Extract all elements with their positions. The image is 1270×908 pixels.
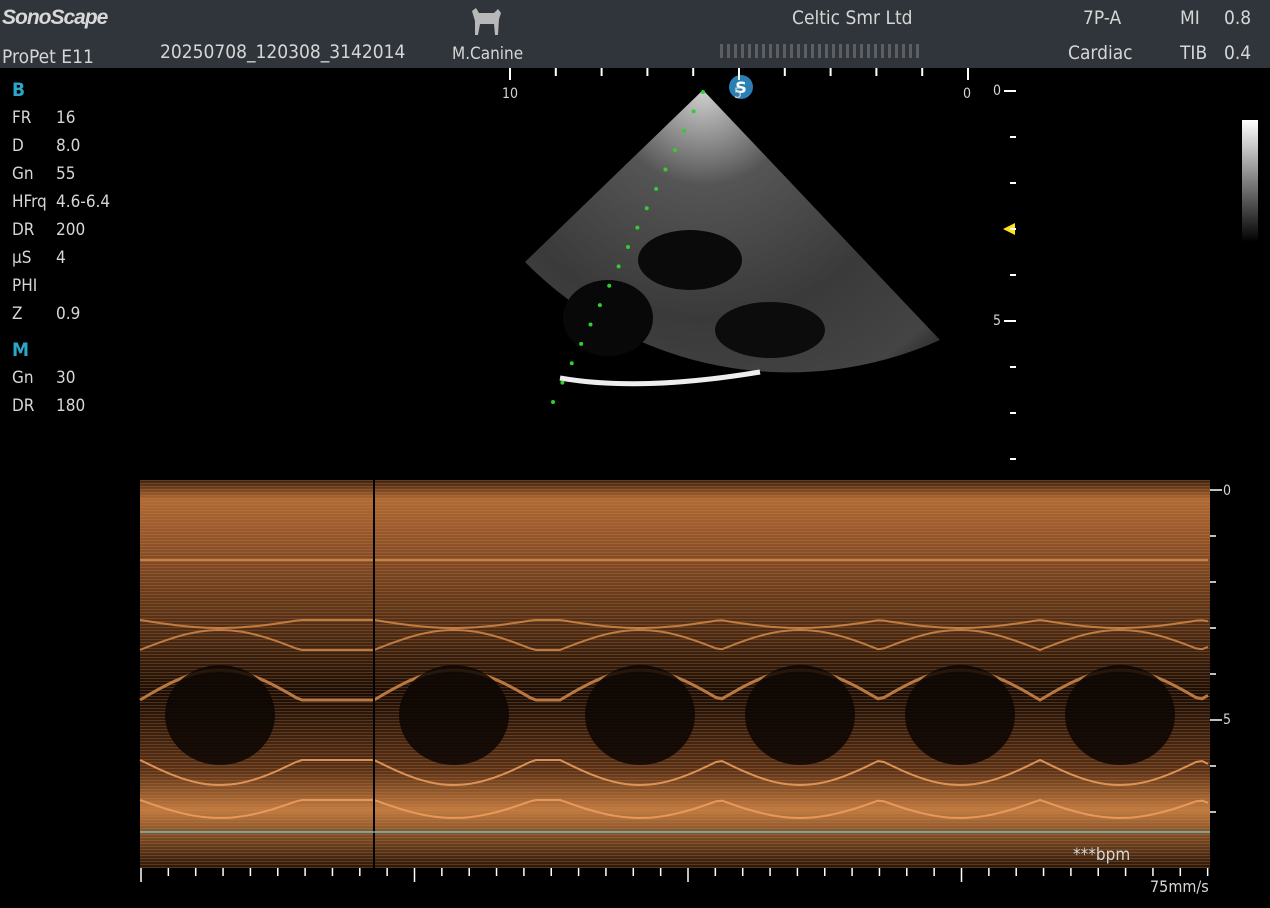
param-key: FR [12,108,32,128]
m-depth-scale-label: 0 [1223,483,1232,499]
mi-value: 0.8 [1224,7,1252,29]
param-value: 8.0 [56,136,81,156]
institution-name: Celtic Smr Ltd [792,7,913,29]
param-key: Gn [12,164,34,184]
m-line-dot [682,128,687,133]
param-row: µS 4 [12,244,110,272]
param-key: PHI [12,276,38,296]
heart-rate: ***bpm [1073,845,1131,865]
param-key: D [12,136,24,156]
param-key: Z [12,304,23,324]
probe-name: 7P-A [1083,7,1122,29]
device-model: ProPet E11 [2,46,94,68]
canine-icon [468,7,504,41]
m-line-dot [644,206,649,211]
m-line-dot [616,264,621,269]
param-key: HFrq [12,192,47,212]
param-value: 200 [56,220,86,240]
m-line-dot [691,109,696,114]
param-value: 16 [56,108,76,128]
header-bar: SonoScape ProPet E11 20250708_120308_314… [0,0,1270,68]
aorta [638,230,742,290]
top-scale-label: 0 [963,86,972,102]
param-row: Z 0.9 [12,300,110,328]
param-key: Gn [12,368,34,388]
m-mode-echo-line [139,668,1209,702]
m-line-dot [635,225,640,230]
left-atrium [563,280,653,356]
ventricle-cavity [585,665,695,765]
m-line-dot [597,303,602,308]
date-time-obscured [720,44,920,58]
param-value: 30 [56,368,76,388]
focus-marker-icon [1003,223,1015,235]
m-mode-title: M [12,339,30,361]
patient-type: M.Canine [452,44,524,64]
ventricle-cavity [1065,665,1175,765]
param-value: 4.6-6.4 [56,192,111,212]
pericardium [559,369,761,387]
param-value: 4 [56,248,66,268]
sector-scan [525,90,940,373]
m-line-dot [588,322,593,327]
m-line-dot [569,361,574,366]
sweep-speed: 75mm/s [1150,877,1209,896]
brand-logo: SonoScape [2,6,108,29]
exam-id: 20250708_120308_3142014 [160,41,406,63]
top-scale-label: 5 [734,86,743,102]
preset-name: Cardiac [1068,42,1133,64]
m-mode-image [139,480,1210,868]
chamber [715,302,825,358]
m-line-dot [551,400,555,404]
param-row: HFrq 4.6-6.4 [12,188,110,216]
m-mode-trace [140,480,1210,868]
param-value: 180 [56,396,86,416]
m-line-dot [663,167,668,172]
ventricle-cavity [399,665,509,765]
m-line-dot [579,341,584,346]
param-row: DR 180 [12,392,110,420]
m-line-dot [560,380,565,385]
m-line-dot [626,245,630,249]
m-mode-echo-line [139,628,1209,652]
m-line-dot [701,90,705,94]
m-mode-echo-line [139,758,1209,787]
param-row: DR 200 [12,216,110,244]
m-mode-echo-line [139,798,1209,820]
param-row: Gn 55 [12,160,110,188]
m-line-dot [607,283,612,288]
param-row: PHI [12,272,110,300]
param-key: µS [12,248,32,268]
param-key: DR [12,396,35,416]
param-row: Gn 30 [12,364,110,392]
ventricle-cavity [905,665,1015,765]
grayscale-bar [1242,120,1258,242]
ventricle-cavity [165,665,275,765]
param-value: 55 [56,164,76,184]
param-row: D 8.0 [12,132,110,160]
depth-scale-label: 0 [993,83,1002,99]
m-depth-scale-label: 5 [1223,712,1232,728]
top-scale-label: 10 [502,86,519,102]
param-key: DR [12,220,35,240]
m-line-dot [654,186,659,191]
param-value: 0.9 [56,304,81,324]
b-mode-image: S [140,68,1258,882]
tib-value: 0.4 [1224,42,1252,64]
tib-label: TIB [1180,42,1208,64]
parameter-panel: B FR 16 D 8.0 Gn 55 HFrq 4.6-6.4 DR 200 µS 4 PHI Z 0.9… [12,76,110,420]
param-row: FR 16 [12,104,110,132]
ventricle-cavity [745,665,855,765]
m-line-dot [672,148,677,153]
depth-scale-label: 5 [993,313,1002,329]
m-mode-echo-line [139,618,1209,630]
b-mode-title: B [12,79,26,101]
mi-label: MI [1180,7,1200,29]
